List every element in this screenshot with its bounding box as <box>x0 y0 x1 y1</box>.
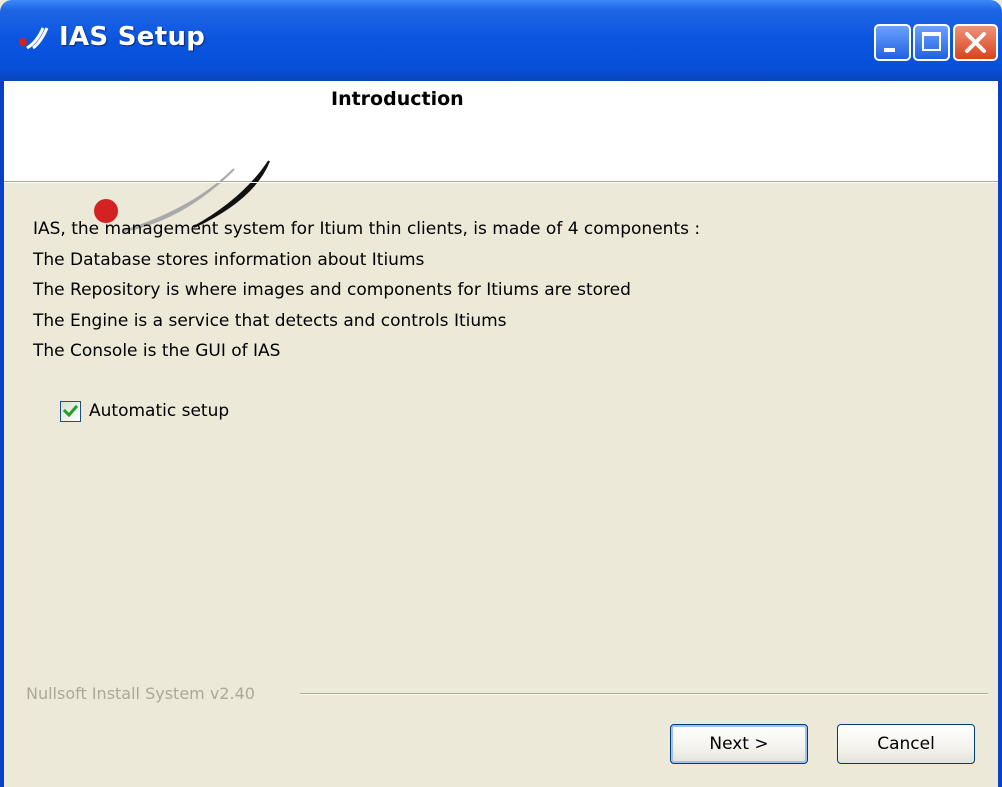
automatic-setup-label[interactable]: Automatic setup <box>89 401 229 421</box>
next-button[interactable]: Next > <box>670 724 808 764</box>
close-button[interactable] <box>953 24 998 61</box>
page-header: Introduction <box>4 81 998 232</box>
intro-line: The Repository is where images and compo… <box>33 280 631 300</box>
window-frame-left <box>0 81 4 787</box>
intro-line: IAS, the management system for Itium thi… <box>33 219 701 239</box>
minimize-icon <box>884 48 895 52</box>
maximize-icon <box>922 32 941 51</box>
checkmark-icon <box>62 404 79 418</box>
window-title: IAS Setup <box>59 22 206 52</box>
intro-line: The Database stores information about It… <box>33 249 425 270</box>
intro-line: The Engine is a service that detects and… <box>33 310 507 331</box>
page-title: Introduction <box>331 88 464 110</box>
title-bar[interactable]: IAS Setup <box>0 0 1002 81</box>
close-icon <box>965 32 986 53</box>
automatic-setup-checkbox[interactable] <box>60 401 81 422</box>
cancel-button[interactable]: Cancel <box>837 724 975 764</box>
installer-branding: Nullsoft Install System v2.40 <box>26 684 259 703</box>
window-frame-right <box>998 81 1002 787</box>
maximize-button[interactable] <box>913 24 950 61</box>
app-icon <box>17 24 49 54</box>
header-divider <box>4 182 998 183</box>
intro-line: The Console is the GUI of IAS <box>33 341 281 361</box>
minimize-button[interactable] <box>874 24 911 61</box>
intro-text: IAS, the management system for Itium thi… <box>33 214 700 367</box>
branding-divider-highlight <box>300 694 988 695</box>
